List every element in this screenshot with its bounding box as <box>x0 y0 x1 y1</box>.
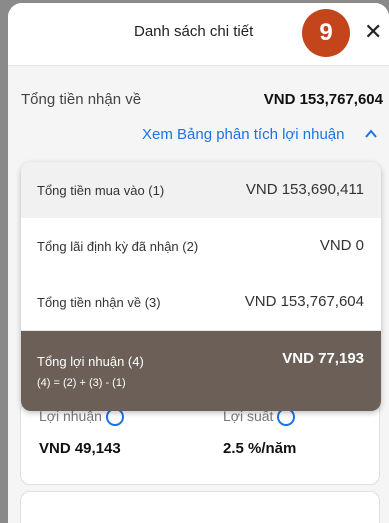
breakdown-row-value: VND 153,767,604 <box>244 293 364 310</box>
total-received-value: VND 153,767,604 <box>263 91 383 108</box>
total-profit-row: Tổng lợi nhuận (4) VND 77,193 (4) = (2) … <box>21 331 381 411</box>
breakdown-row: Tổng tiền nhận về (3) VND 153,767,604 <box>21 274 381 331</box>
breakdown-row-label: Tổng tiền mua vào (1) <box>37 183 165 198</box>
breakdown-row-label: Tổng lãi định kỳ đã nhận (2) <box>37 239 199 254</box>
step-badge: 9 <box>302 9 350 57</box>
breakdown-row-value: VND 0 <box>319 237 364 254</box>
total-received-label: Tổng tiền nhận về <box>21 91 142 108</box>
sheet-title: Danh sách chi tiết <box>134 23 254 40</box>
profit-value: VND 49,143 <box>39 440 121 457</box>
yield-value: 2.5 %/năm <box>223 440 297 457</box>
breakdown-row-label: Tổng tiền nhận về (3) <box>37 295 161 310</box>
breakdown-row-value: VND 153,690,411 <box>245 181 364 198</box>
breakdown-row: Tổng lãi định kỳ đã nhận (2) VND 0 <box>21 218 381 275</box>
total-profit-value: VND 77,193 <box>282 350 364 367</box>
next-card <box>20 491 380 523</box>
profit-formula: (4) = (2) + (3) - (1) <box>37 377 126 389</box>
total-profit-label: Tổng lợi nhuận (4) <box>37 354 144 369</box>
close-icon[interactable]: ✕ <box>364 19 382 45</box>
breakdown-row: Tổng tiền mua vào (1) VND 153,690,411 <box>21 162 381 219</box>
sheet-header: Danh sách chi tiết 9 ✕ <box>8 3 389 66</box>
profit-summary-card: Lợi nhuận Lợi suất VND 49,143 2.5 %/năm <box>20 401 380 485</box>
profit-analysis-link[interactable]: Xem Bảng phân tích lợi nhuận <box>142 126 344 143</box>
profit-breakdown-popover: Tổng tiền mua vào (1) VND 153,690,411 Tổ… <box>21 162 381 411</box>
chevron-up-icon[interactable] <box>364 127 378 141</box>
